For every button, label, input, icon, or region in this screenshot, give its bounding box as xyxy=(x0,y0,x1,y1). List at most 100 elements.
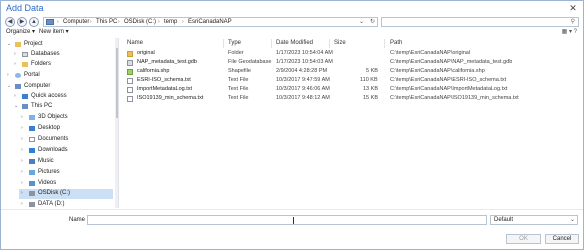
expand-icon[interactable]: ⌄ xyxy=(7,41,11,47)
filter-value: Default xyxy=(494,217,514,223)
column-divider[interactable] xyxy=(329,39,330,48)
tree-item-pictures[interactable]: › Pictures xyxy=(5,168,113,178)
tree-item-computer[interactable]: ⌄ Computer xyxy=(5,82,113,92)
tree-item-desktop[interactable]: › Desktop xyxy=(5,124,113,134)
folder-icon xyxy=(127,51,133,57)
column-header-size[interactable]: Size xyxy=(334,40,346,46)
expand-icon[interactable]: › xyxy=(21,125,23,131)
tree-item-documents[interactable]: › Documents xyxy=(5,135,113,145)
scrollbar-thumb[interactable] xyxy=(116,48,118,118)
expand-icon[interactable]: › xyxy=(14,51,16,57)
back-button[interactable]: ◀ xyxy=(5,17,15,27)
star-icon xyxy=(22,94,28,99)
address-bar[interactable]: › Computer › This PC › OSDisk (C:) › tem… xyxy=(43,17,378,27)
tree-item-label: DATA (D:) xyxy=(38,201,65,207)
navigation-scrollbar[interactable] xyxy=(115,38,118,208)
column-divider[interactable] xyxy=(384,39,385,48)
toolbar: Organize ▾ New item ▾ ▦ ▾ ? xyxy=(1,29,583,37)
file-row[interactable]: ImportMetadataLog.txt Text File 10/3/201… xyxy=(122,86,580,94)
tree-item-data-drive[interactable]: › DATA (D:) xyxy=(5,200,113,208)
file-date: 10/3/2017 9:48:12 AM xyxy=(276,95,330,101)
tree-item-databases[interactable]: › Databases xyxy=(5,50,113,60)
cancel-button[interactable]: Cancel xyxy=(545,234,579,244)
text-cursor xyxy=(293,217,294,224)
file-row[interactable]: ISO19139_min_schema.txt Text File 10/3/2… xyxy=(122,95,580,103)
name-input[interactable] xyxy=(90,216,485,224)
expand-icon[interactable]: › xyxy=(21,169,23,175)
expand-icon[interactable]: › xyxy=(21,147,23,153)
drive-icon xyxy=(29,202,35,207)
computer-icon xyxy=(46,19,54,25)
expand-icon[interactable]: › xyxy=(21,190,23,196)
crumb-separator: › xyxy=(57,19,59,25)
expand-icon[interactable]: › xyxy=(21,136,23,142)
file-type: Text File xyxy=(228,86,249,92)
crumb-separator: › xyxy=(182,19,184,25)
expand-icon[interactable]: › xyxy=(21,201,23,207)
organize-menu[interactable]: Organize ▾ xyxy=(6,28,35,35)
column-header-name[interactable]: Name xyxy=(127,40,143,46)
close-icon[interactable]: ✕ xyxy=(567,2,579,14)
tree-item-label: This PC xyxy=(31,103,53,109)
pictures-icon xyxy=(29,170,35,175)
tree-item-3d-objects[interactable]: › 3D Objects xyxy=(5,113,113,123)
chevron-down-icon[interactable]: ⌄ xyxy=(570,216,575,223)
collapse-icon[interactable]: ⌄ xyxy=(14,103,18,109)
column-header-type[interactable]: Type xyxy=(228,40,241,46)
add-data-dialog: Add Data ✕ ◀ ▶ ▲ › Computer › This PC › … xyxy=(0,0,584,250)
expand-icon[interactable]: › xyxy=(7,72,9,78)
breadcrumb-this-pc[interactable]: This PC xyxy=(96,19,117,25)
column-divider[interactable] xyxy=(271,39,272,48)
view-options[interactable]: ▦ ▾ ? xyxy=(562,28,577,35)
search-icon[interactable]: ⚲ xyxy=(571,18,575,25)
forward-button[interactable]: ▶ xyxy=(17,17,27,27)
tree-item-this-pc[interactable]: ⌄ This PC xyxy=(5,102,113,112)
text-file-icon xyxy=(127,78,133,84)
breadcrumb-esricanadanap[interactable]: EsriCanadaNAP xyxy=(188,19,232,25)
expand-icon[interactable]: › xyxy=(21,114,23,120)
address-dropdown-icon[interactable]: ⌄ xyxy=(359,18,364,25)
file-path: C:\temp\EsriCanadaNAP\ESRI-ISO_schema.tx… xyxy=(390,77,507,83)
expand-icon[interactable]: › xyxy=(21,180,23,186)
tree-item-quick-access[interactable]: › Quick access xyxy=(5,92,113,102)
name-field[interactable] xyxy=(87,215,487,225)
file-row[interactable]: ESRI-ISO_schema.txt Text File 10/3/2017 … xyxy=(122,77,580,85)
refresh-icon[interactable]: ↻ xyxy=(370,18,375,25)
up-button[interactable]: ▲ xyxy=(29,17,39,27)
search-input[interactable] xyxy=(384,18,564,26)
crumb-separator: › xyxy=(158,19,160,25)
tree-item-music[interactable]: › Music xyxy=(5,157,113,167)
file-row[interactable]: original Folder 1/17/2023 10:54:04 AM C:… xyxy=(122,50,580,58)
expand-icon[interactable]: › xyxy=(14,93,16,99)
tree-item-portal[interactable]: › Portal xyxy=(5,71,113,81)
file-size: 13 KB xyxy=(363,86,378,92)
computer-icon xyxy=(15,84,21,89)
ok-button[interactable]: OK xyxy=(506,234,541,244)
column-header-path[interactable]: Path xyxy=(390,40,402,46)
file-row[interactable]: NAP_metadata_test.gdb File Geodatabase 1… xyxy=(122,59,580,67)
text-file-icon xyxy=(127,96,133,102)
expand-icon[interactable]: › xyxy=(14,61,16,67)
collapse-icon[interactable]: ⌄ xyxy=(7,83,11,89)
tree-item-label: Computer xyxy=(24,83,51,89)
breadcrumb-computer[interactable]: Computer xyxy=(63,19,89,25)
file-name: ESRI-ISO_schema.txt xyxy=(137,77,191,83)
tree-item-project[interactable]: ⌄ Project xyxy=(5,40,113,50)
tree-item-folders[interactable]: › Folders xyxy=(5,60,113,70)
file-row[interactable]: california.shp Shapefile 2/9/2004 4:28:2… xyxy=(122,68,580,76)
file-name: california.shp xyxy=(137,68,170,74)
column-divider[interactable] xyxy=(223,39,224,48)
breadcrumb-temp[interactable]: temp xyxy=(164,19,177,25)
column-header-date-modified[interactable]: Date Modified xyxy=(276,40,313,46)
expand-icon[interactable]: › xyxy=(21,158,23,164)
breadcrumb-osdisk[interactable]: OSDisk (C:) xyxy=(124,19,156,25)
video-icon xyxy=(29,181,35,186)
folder-icon xyxy=(22,62,28,67)
search-box[interactable]: ⚲ xyxy=(381,17,579,27)
file-type: Shapefile xyxy=(228,68,251,74)
tree-item-videos[interactable]: › Videos xyxy=(5,179,113,189)
filter-select[interactable]: Default ⌄ xyxy=(490,215,578,225)
new-item-menu[interactable]: New item ▾ xyxy=(39,28,69,35)
tree-item-downloads[interactable]: › Downloads xyxy=(5,146,113,156)
tree-item-osdisk[interactable]: › OSDisk (C:) xyxy=(19,189,113,199)
